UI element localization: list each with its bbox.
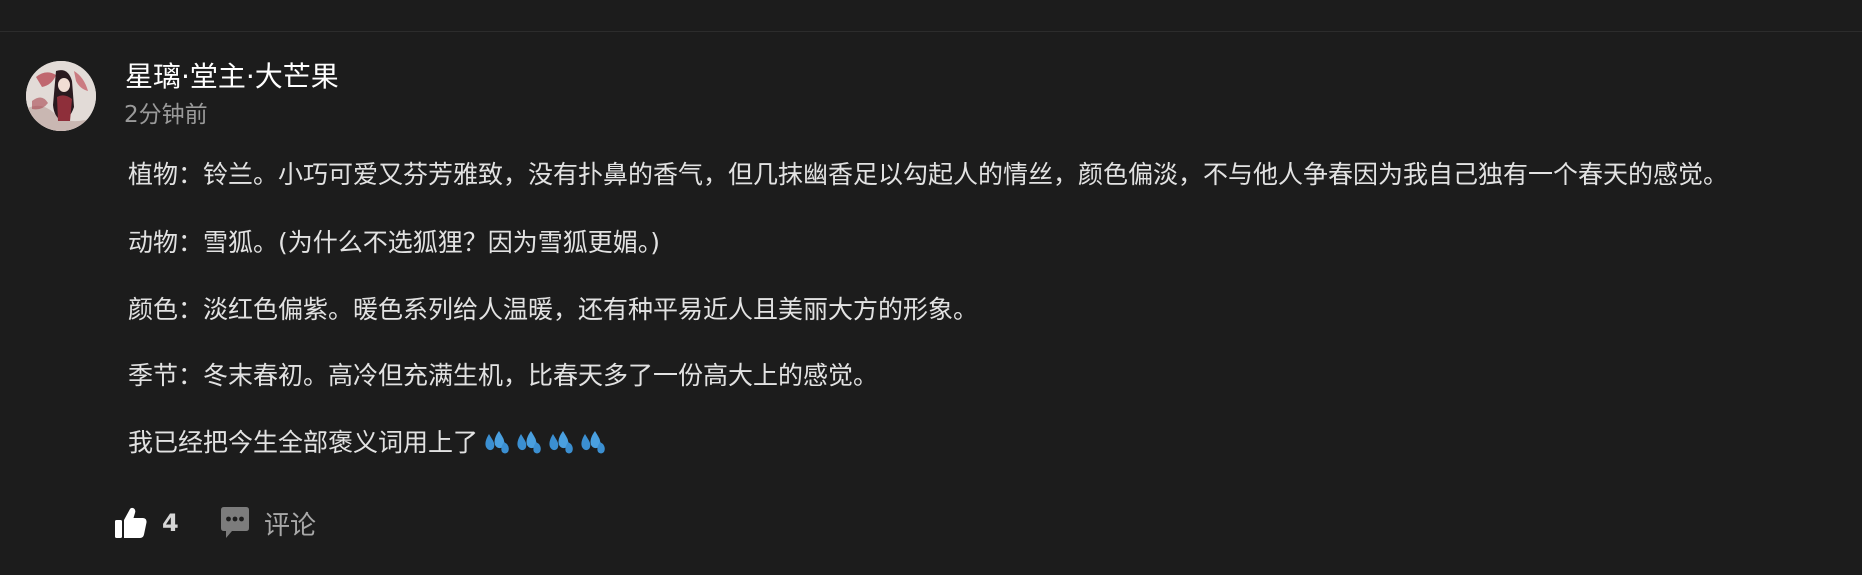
username[interactable]: 星璃·堂主·大芒果 bbox=[125, 60, 339, 94]
comment-line-plant: 植物：铃兰。小巧可爱又芬芳雅致，没有扑鼻的香气，但几抹幽香足以勾起人的情丝，颜色… bbox=[128, 160, 1729, 189]
comment-label: 评论 bbox=[264, 510, 317, 541]
sweat-droplets-emoji bbox=[581, 431, 605, 454]
comment-line-animal: 动物：雪狐。(为什么不选狐狸？因为雪狐更媚。) bbox=[128, 228, 661, 257]
like-count: 4 bbox=[162, 509, 179, 537]
sweat-droplets-emoji bbox=[549, 431, 573, 454]
avatar-image bbox=[26, 61, 96, 131]
top-divider bbox=[0, 0, 1862, 32]
sweat-droplets-emoji bbox=[517, 431, 541, 454]
comment-line-closing: 我已经把今生全部褒义词用上了 bbox=[128, 428, 608, 458]
comment-line-season: 季节：冬末春初。高冷但充满生机，比春天多了一份高大上的感觉。 bbox=[128, 361, 879, 390]
comment-bubble-icon bbox=[221, 507, 249, 538]
comment-line-closing-text: 我已经把今生全部褒义词用上了 bbox=[128, 428, 479, 457]
thumbs-up-icon bbox=[115, 507, 147, 538]
comment-page: 星璃·堂主·大芒果 2分钟前 植物：铃兰。小巧可爱又芬芳雅致，没有扑鼻的香气，但… bbox=[0, 0, 1862, 575]
comment-button[interactable]: 评论 bbox=[218, 504, 316, 542]
emoji-group bbox=[482, 428, 608, 456]
sweat-droplets-emoji bbox=[485, 431, 509, 454]
like-button[interactable]: 4 bbox=[114, 504, 179, 542]
timestamp: 2分钟前 bbox=[124, 102, 208, 128]
comment-line-color: 颜色：淡红色偏紫。暖色系列给人温暖，还有种平易近人且美丽大方的形象。 bbox=[128, 295, 979, 324]
avatar[interactable] bbox=[26, 61, 96, 131]
